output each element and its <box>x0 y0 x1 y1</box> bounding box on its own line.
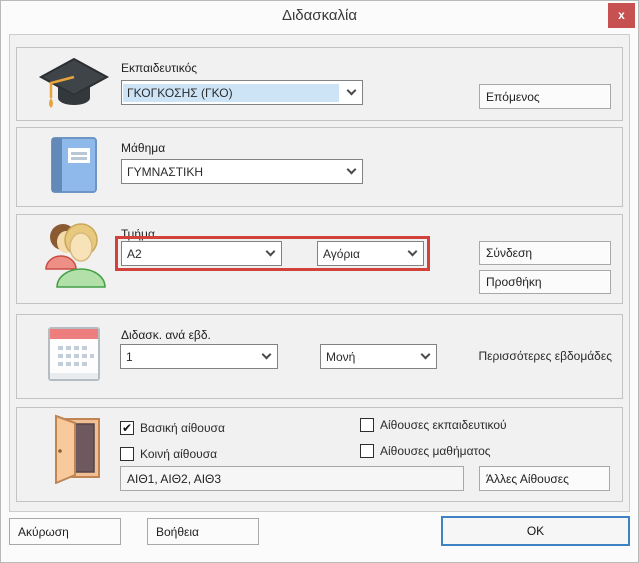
add-button[interactable]: Προσθήκη <box>479 270 611 294</box>
chevron-down-icon <box>401 252 423 255</box>
section-weeks: Διδασκ. ανά εβδ. 1 Μονή Περισσότερες εβδ… <box>16 314 623 399</box>
section-lesson: Μάθημα ΓΥΜΝΑΣΤΙΚΗ <box>16 127 623 207</box>
teacher-select[interactable]: ΓΚΟΓΚΟΣΗΣ (ΓΚΟ) <box>121 80 363 105</box>
close-icon[interactable]: x <box>608 3 635 28</box>
checkbox-lesson-rooms[interactable]: Αίθουσες μαθήματος <box>360 444 491 458</box>
ok-button[interactable]: OK <box>441 516 630 546</box>
lesson-select[interactable]: ΓΥΜΝΑΣΤΙΚΗ <box>121 159 363 184</box>
checkbox-teacher-rooms-box <box>360 418 374 432</box>
checkbox-main-room-box: ✔ <box>120 421 134 435</box>
week-type-select[interactable]: Μονή <box>320 344 437 369</box>
class-select-value: Α2 <box>123 245 258 263</box>
checkbox-main-room-label: Βασική αίθουσα <box>140 421 225 435</box>
chevron-down-icon <box>414 355 436 358</box>
more-weeks-link[interactable]: Περισσότερες εβδομάδες <box>479 349 612 363</box>
weeks-count-value: 1 <box>122 348 254 366</box>
section-rooms: ✔ Βασική αίθουσα Κοινή αίθουσα Αίθουσες … <box>16 407 623 502</box>
section-teacher: Εκπαιδευτικός ΓΚΟΓΚΟΣΗΣ (ΓΚΟ) Επόμενος <box>16 47 623 121</box>
rooms-input[interactable] <box>120 466 464 491</box>
next-button[interactable]: Επόμενος <box>479 84 611 109</box>
cancel-button[interactable]: Ακύρωση <box>9 518 121 545</box>
subgroup-select[interactable]: Αγόρια <box>317 241 424 266</box>
checkbox-lesson-rooms-box <box>360 444 374 458</box>
title-bar: Διδασκαλία x <box>1 1 638 33</box>
weeks-label: Διδασκ. ανά εβδ. <box>121 328 211 342</box>
checkbox-shared-room-label: Κοινή αίθουσα <box>140 447 217 461</box>
calendar-icon <box>29 321 119 387</box>
week-type-value: Μονή <box>322 348 413 366</box>
other-rooms-button[interactable]: Άλλες Αίθουσες <box>479 466 610 491</box>
help-button[interactable]: Βοήθεια <box>147 518 259 545</box>
teacher-select-value: ΓΚΟΓΚΟΣΗΣ (ΓΚΟ) <box>123 84 339 102</box>
checkbox-shared-room[interactable]: Κοινή αίθουσα <box>120 447 217 461</box>
lesson-label: Μάθημα <box>121 141 165 155</box>
weeks-count-select[interactable]: 1 <box>120 344 278 369</box>
door-icon <box>29 416 119 482</box>
subgroup-select-value: Αγόρια <box>319 245 400 263</box>
students-icon <box>29 221 119 287</box>
chevron-down-icon <box>255 355 277 358</box>
dialog-title: Διδασκαλία <box>1 1 638 31</box>
chevron-down-icon <box>259 252 281 255</box>
chevron-down-icon <box>340 170 362 173</box>
teacher-label: Εκπαιδευτικός <box>121 61 197 75</box>
class-select[interactable]: Α2 <box>121 241 282 266</box>
chevron-down-icon <box>340 91 362 94</box>
teaching-dialog: Διδασκαλία x Εκπαιδευτικός ΓΚΟΓΚΟΣΗΣ (ΓΚ… <box>0 0 639 563</box>
checkbox-teacher-rooms-label: Αίθουσες εκπαιδευτικού <box>380 418 507 432</box>
checkbox-lesson-rooms-label: Αίθουσες μαθήματος <box>380 444 491 458</box>
checkbox-teacher-rooms[interactable]: Αίθουσες εκπαιδευτικού <box>360 418 507 432</box>
checkbox-main-room[interactable]: ✔ Βασική αίθουσα <box>120 421 225 435</box>
lesson-select-value: ΓΥΜΝΑΣΤΙΚΗ <box>123 163 339 181</box>
content-panel: Εκπαιδευτικός ΓΚΟΓΚΟΣΗΣ (ΓΚΟ) Επόμενος Μ… <box>9 34 630 512</box>
connect-button[interactable]: Σύνδεση <box>479 241 611 265</box>
graduation-cap-icon <box>29 52 119 118</box>
book-icon <box>29 132 119 198</box>
section-class: Τμήμα Α2 Αγόρια Σύνδεση Προσθήκη <box>16 214 623 304</box>
checkbox-shared-room-box <box>120 447 134 461</box>
